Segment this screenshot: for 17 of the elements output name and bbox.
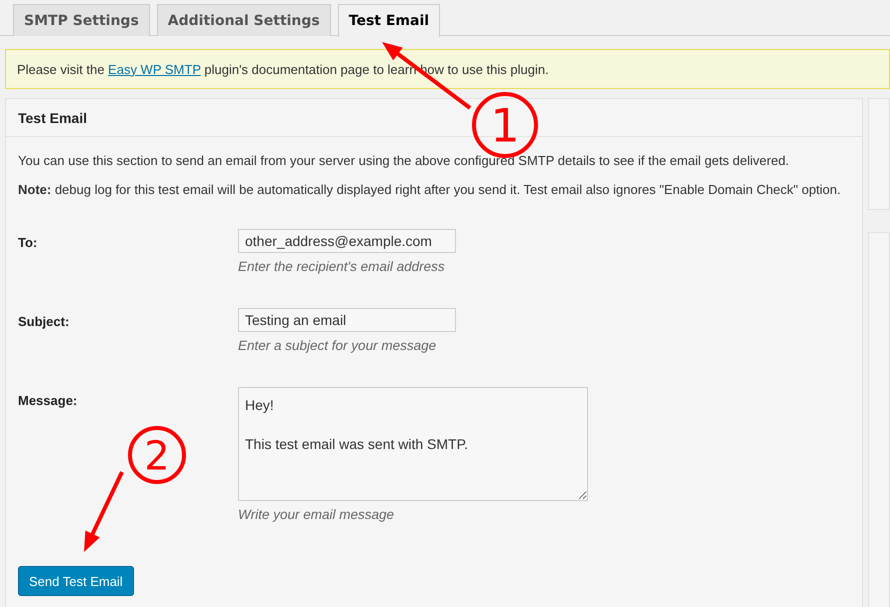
text-field[interactable]: other_address@example.com — [238, 229, 456, 253]
field-label: Message: — [18, 392, 78, 408]
field-description: Enter a subject for your message — [238, 338, 438, 353]
message-field[interactable]: Hey! This test email was sent with SMTP. — [238, 387, 588, 501]
field-description: Write your email message — [238, 507, 396, 522]
field-label: To: — [18, 234, 38, 250]
plugin-link[interactable]: Easy WP SMTP — [108, 62, 201, 76]
field-label: Subject: — [18, 313, 70, 329]
field-description: Enter the recipient's email address — [238, 259, 446, 274]
tab[interactable]: Additional Settings — [156, 4, 331, 36]
note-text: Note: debug log for this test email will be automatically displayed right after you send it. Test email also ignores "Enable Domain Check" option. — [18, 182, 842, 197]
send-test-email-button[interactable]: Send Test Email — [18, 566, 134, 596]
panel-title: Test Email — [18, 110, 87, 126]
annotation-marker: 2 — [128, 426, 186, 484]
text-field[interactable]: Testing an email — [238, 308, 456, 332]
tab[interactable]: SMTP Settings — [13, 4, 150, 36]
tab[interactable]: Test Email — [338, 4, 440, 37]
